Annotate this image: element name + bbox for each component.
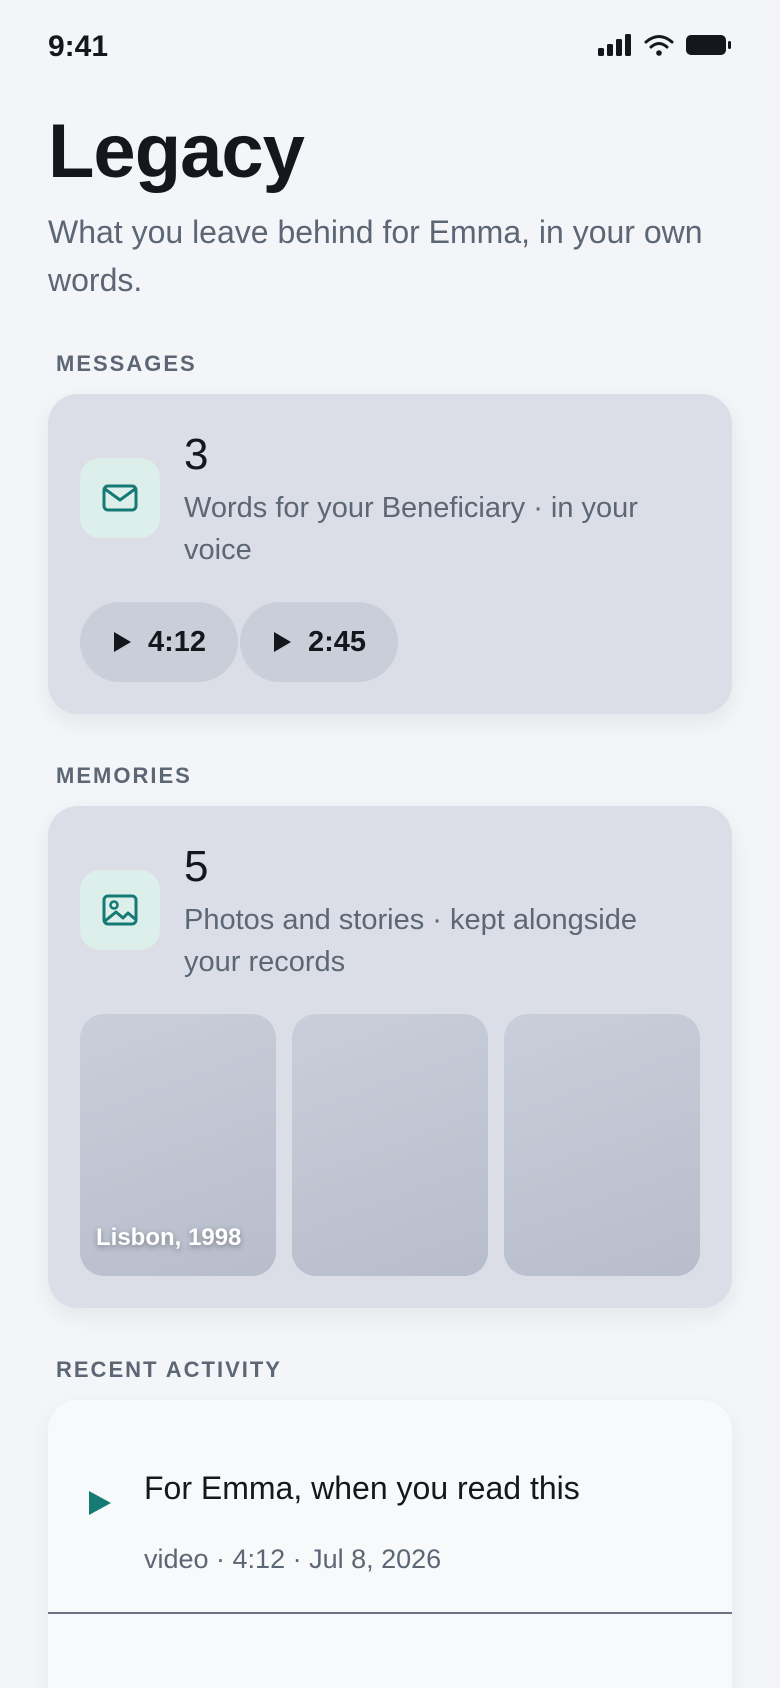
messages-description: Words for your Beneficiary · in your voi…	[184, 492, 638, 566]
battery-icon	[686, 34, 732, 61]
message-clip-button[interactable]: 2:45	[240, 602, 399, 682]
memories-section-label: MEMORIES	[56, 763, 192, 788]
status-bar: 9:41	[0, 0, 780, 96]
memory-photo-thumbnail[interactable]: Lisbon, 1998	[80, 1014, 276, 1276]
play-icon	[112, 631, 132, 653]
image-icon	[80, 870, 160, 950]
memories-count: 5	[184, 842, 209, 891]
clip-duration: 4:12	[148, 625, 207, 658]
page-title: Legacy	[48, 109, 305, 194]
messages-card[interactable]: 3 Words for your Beneficiary · in your v…	[48, 394, 732, 714]
memories-card[interactable]: 5 Photos and stories · kept alongside yo…	[48, 806, 732, 1308]
clip-duration: 2:45	[308, 625, 367, 658]
messages-count: 3	[184, 430, 209, 479]
memories-description: Photos and stories · kept alongside your…	[184, 904, 637, 978]
page-subtitle: What you leave behind for Emma, in your …	[48, 214, 703, 298]
status-icons	[598, 34, 732, 61]
activity-title: For Emma, when you read this	[144, 1470, 580, 1506]
play-icon	[272, 631, 292, 653]
messages-section-label: MESSAGES	[56, 351, 197, 376]
recent-activity-section-label: RECENT ACTIVITY	[56, 1357, 282, 1382]
wifi-icon	[644, 34, 674, 61]
mail-icon	[80, 458, 160, 538]
play-icon[interactable]	[88, 1490, 112, 1516]
activity-meta: video · 4:12 · Jul 8, 2026	[144, 1544, 442, 1574]
memory-photo-thumbnail[interactable]	[504, 1014, 700, 1276]
memory-photo-thumbnail[interactable]	[292, 1014, 488, 1276]
photo-caption: Lisbon, 1998	[96, 1224, 242, 1251]
cellular-signal-icon	[598, 34, 632, 61]
activity-item[interactable]: For Emma, when you read this video · 4:1…	[48, 1400, 732, 1614]
recent-activity-card: For Emma, when you read this video · 4:1…	[48, 1400, 732, 1688]
message-clip-button[interactable]: 4:12	[80, 602, 239, 682]
status-time: 9:41	[48, 30, 109, 63]
